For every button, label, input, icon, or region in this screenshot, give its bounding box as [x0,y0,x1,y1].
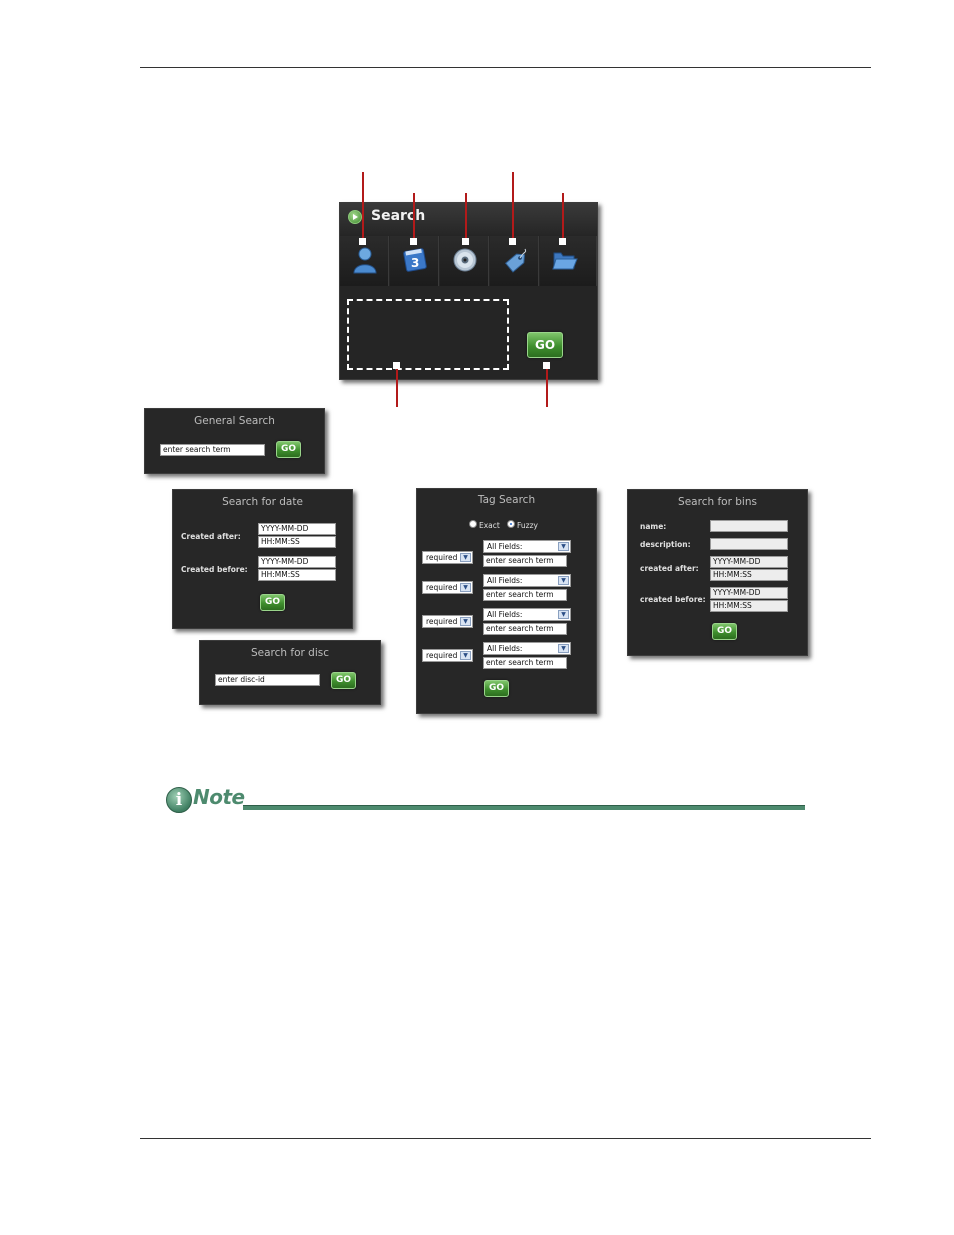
callout-marker [393,362,400,369]
date-search-title: Search for date [222,496,303,508]
chevron-down-icon: ▼ [460,651,471,660]
date-go-button[interactable]: GO [260,594,285,611]
chevron-down-icon: ▼ [558,576,569,585]
required-select[interactable]: required ▼ [422,581,473,594]
callout-marker [543,362,550,369]
date-icon-glyph: 3 [411,256,419,270]
chevron-down-icon: ▼ [460,553,471,562]
search-term-input[interactable]: enter search term [483,589,567,601]
tab-bin-search[interactable] [540,236,597,286]
created-before-time-field[interactable]: HH:MM:SS [258,569,336,581]
folder-icon [552,247,578,273]
search-form-placeholder [347,299,509,370]
header-rule [140,67,871,68]
bin-created-after-time-field[interactable]: HH:MM:SS [710,569,788,581]
exact-radio[interactable] [469,520,477,528]
bin-name-label: name: [640,522,667,531]
bin-created-before-date-field[interactable]: YYYY-MM-DD [710,587,788,599]
search-term-input[interactable]: enter search term [483,555,567,567]
disc-go-button[interactable]: GO [331,672,356,689]
tag-icon [502,247,528,273]
bin-description-label: description: [640,540,691,549]
general-go-button[interactable]: GO [276,441,301,458]
play-icon [348,210,362,224]
main-go-button[interactable]: GO [527,332,563,358]
callout-marker [559,238,566,245]
tag-search-title: Tag Search [477,494,536,506]
note-rule [243,805,805,810]
bin-created-after-date-field[interactable]: YYYY-MM-DD [710,556,788,568]
search-term-input[interactable]: enter search term [483,657,567,669]
disc-icon [452,247,478,273]
field-select-value: All Fields: [487,644,523,653]
footer-rule [140,1138,871,1139]
created-after-label: Created after: [181,532,241,541]
chevron-down-icon: ▼ [558,644,569,653]
callout-line [562,193,564,242]
tag-go-button[interactable]: GO [484,680,509,697]
main-search-title: Search [371,208,426,224]
search-term-input[interactable]: enter search term [483,623,567,635]
date-search-panel: Search for date Created after: YYYY-MM-D… [172,489,353,629]
general-search-panel: General Search enter search term GO [144,408,325,474]
bin-created-before-label: created before: [640,595,706,604]
required-select[interactable]: required ▼ [422,551,473,564]
created-after-date-field[interactable]: YYYY-MM-DD [258,523,336,535]
field-select-value: All Fields: [487,542,523,551]
bins-search-title: Search for bins [678,496,757,508]
field-select[interactable]: All Fields: ▼ [483,642,571,655]
exact-radio-label: Exact [479,521,500,530]
required-select-value: required [426,651,458,660]
callout-marker [359,238,366,245]
field-select-value: All Fields: [487,610,523,619]
user-icon [352,247,378,274]
chevron-down-icon: ▼ [558,542,569,551]
field-select[interactable]: All Fields: ▼ [483,540,571,553]
field-select[interactable]: All Fields: ▼ [483,574,571,587]
created-before-label: Created before: [181,565,248,574]
bin-created-after-label: created after: [640,564,699,573]
chevron-down-icon: ▼ [460,583,471,592]
general-search-input[interactable]: enter search term [160,444,265,456]
required-select-value: required [426,617,458,626]
callout-line [396,363,398,407]
callout-line [546,363,548,407]
disc-id-input[interactable]: enter disc-id [215,674,320,686]
disc-search-panel: Search for disc enter disc-id GO [199,640,381,705]
tag-search-panel: Tag Search Exact Fuzzy required ▼ All Fie… [416,488,597,714]
fuzzy-radio-label: Fuzzy [517,521,538,530]
chevron-down-icon: ▼ [558,610,569,619]
bin-created-before-time-field[interactable]: HH:MM:SS [710,600,788,612]
fuzzy-radio[interactable] [507,520,515,528]
callout-line [362,172,364,242]
bins-search-panel: Search for bins name: description: creat… [627,489,808,656]
disc-search-title: Search for disc [250,647,329,659]
callout-marker [509,238,516,245]
required-select[interactable]: required ▼ [422,649,473,662]
callout-line [413,193,415,242]
field-select[interactable]: All Fields: ▼ [483,608,571,621]
chevron-down-icon: ▼ [460,617,471,626]
note-heading: Note [193,785,245,809]
info-icon: i [166,787,192,813]
callout-line [512,172,514,242]
bin-description-field[interactable] [710,538,788,550]
callout-marker [410,238,417,245]
created-before-date-field[interactable]: YYYY-MM-DD [258,556,336,568]
callout-marker [462,238,469,245]
field-select-value: All Fields: [487,576,523,585]
callout-line [465,193,467,242]
required-select-value: required [426,553,458,562]
bin-name-field[interactable] [710,520,788,532]
date-icon: 3 [402,247,428,273]
bins-go-button[interactable]: GO [712,623,737,640]
required-select-value: required [426,583,458,592]
created-after-time-field[interactable]: HH:MM:SS [258,536,336,548]
required-select[interactable]: required ▼ [422,615,473,628]
general-search-title: General Search [194,415,275,427]
